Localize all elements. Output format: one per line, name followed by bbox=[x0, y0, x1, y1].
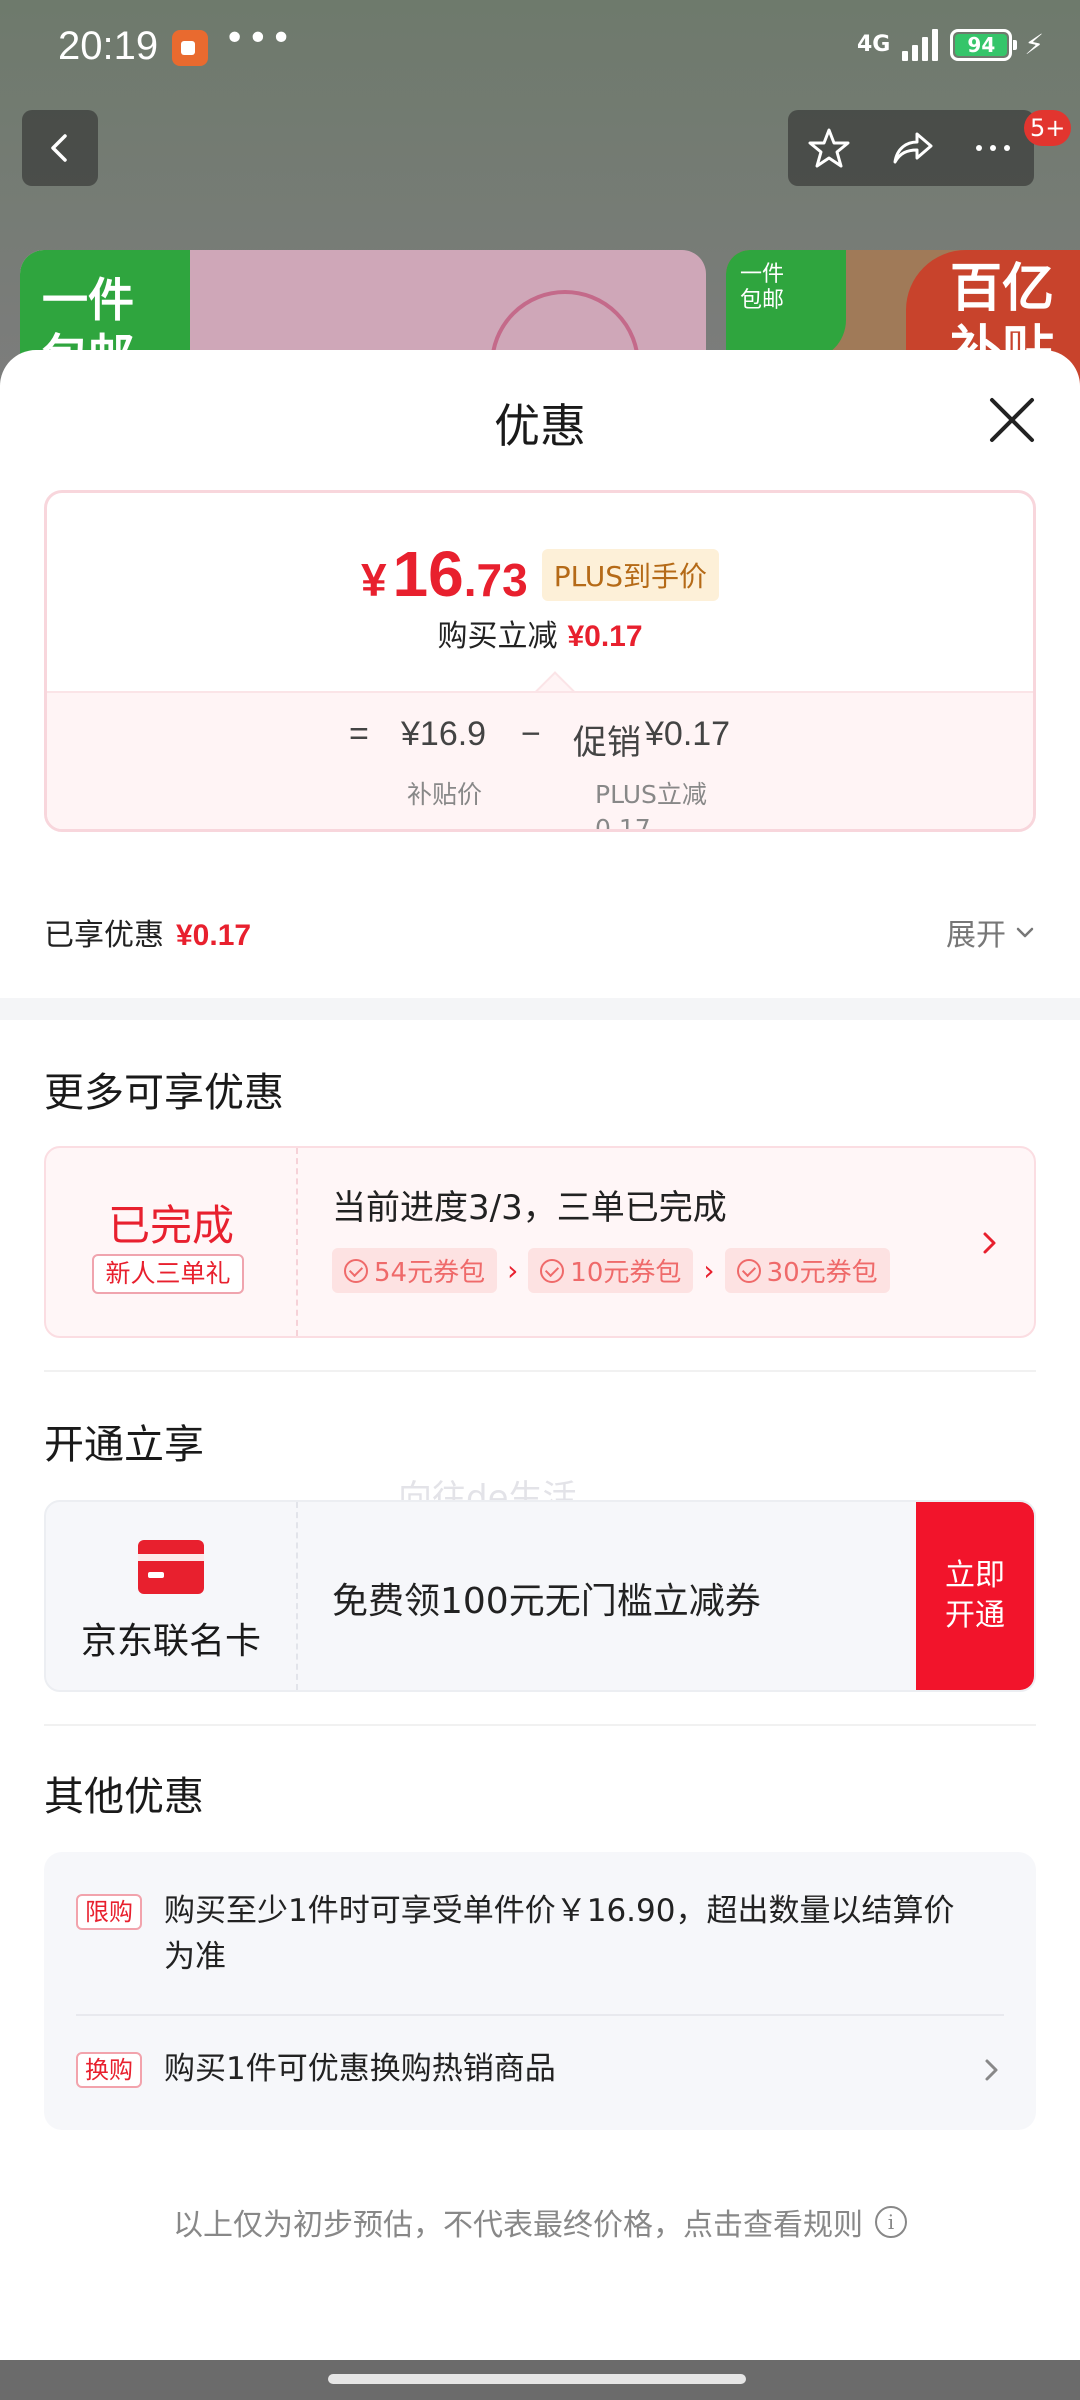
other-offers-list: 限购 购买至少1件时可享受单件价￥16.90，超出数量以结算价为准 换购 购买1… bbox=[44, 1852, 1036, 2130]
home-indicator[interactable] bbox=[328, 2374, 746, 2384]
coupon-label: 54元券包 bbox=[374, 1258, 486, 1288]
chevron-right-icon: › bbox=[507, 1254, 519, 1287]
plus-reduction-amount: 0.17 bbox=[595, 814, 651, 832]
divider bbox=[44, 1370, 1036, 1372]
charging-icon: ⚡ bbox=[1024, 28, 1044, 61]
status-time: 20:19 bbox=[58, 24, 159, 68]
final-price-line: ¥ 16 .73 PLUS到手价 bbox=[47, 537, 1033, 611]
chevron-down-icon bbox=[1016, 927, 1034, 938]
rules-note[interactable]: 以上仅为初步预估，不代表最终价格，点击查看规则 i bbox=[0, 2200, 1080, 2244]
app-notification-icon bbox=[172, 30, 208, 66]
price-breakdown: ¥ 16 .73 PLUS到手价 购买立减 ¥0.17 = ¥16.9 − 促销 … bbox=[44, 490, 1036, 832]
row-divider bbox=[76, 2014, 1004, 2016]
system-navigation-bar bbox=[0, 2360, 1080, 2400]
chevron-right-icon bbox=[983, 1232, 996, 1254]
card-info: 京东联名卡 bbox=[46, 1502, 298, 1690]
card-name: 京东联名卡 bbox=[80, 1621, 261, 1662]
more-offers-title: 更多可享优惠 bbox=[44, 1070, 284, 1116]
promo-completed-label: 已完成 bbox=[107, 1201, 234, 1250]
price-calculation: = ¥16.9 − 促销 ¥0.17 补贴价 PLUS立减 0.17 bbox=[47, 691, 1033, 832]
reduction-label: 购买立减 bbox=[437, 619, 558, 654]
co-branded-card-offer: 京东联名卡 免费领100元无门槛立减券 立即开通 bbox=[44, 1500, 1036, 1692]
plus-reduction-caption: PLUS立减 bbox=[595, 780, 707, 809]
battery-icon: 94 bbox=[950, 28, 1018, 61]
discount-sheet: 优惠 ¥ 16 .73 PLUS到手价 购买立减 ¥0.17 = ¥16.9 − bbox=[0, 350, 1080, 2360]
share-icon[interactable] bbox=[887, 124, 935, 172]
top-actions bbox=[788, 110, 1034, 186]
open-enjoy-title: 开通立享 bbox=[44, 1422, 204, 1468]
check-circle-icon bbox=[344, 1258, 368, 1283]
signal-icon bbox=[902, 28, 939, 61]
promo-progress-text: 当前进度3/3，三单已完成 bbox=[332, 1188, 727, 1228]
currency-symbol: ¥ bbox=[360, 554, 387, 606]
coupon-list: 54元券包 › 10元券包 › 30元券包 bbox=[332, 1248, 890, 1293]
status-bar: 20:19 ••• 4G 94 ⚡ bbox=[0, 0, 1080, 100]
open-now-button[interactable]: 立即开通 bbox=[916, 1502, 1034, 1690]
final-price-section: ¥ 16 .73 PLUS到手价 购买立减 ¥0.17 bbox=[47, 493, 1033, 691]
check-circle-icon bbox=[540, 1258, 565, 1283]
trade-in-row[interactable]: 换购 购买1件可优惠换购热销商品 bbox=[76, 2046, 1004, 2096]
final-price: ¥ 16 .73 bbox=[361, 537, 528, 611]
expand-button[interactable]: 展开 bbox=[946, 910, 1036, 954]
promo-tag: 新人三单礼 bbox=[92, 1254, 244, 1294]
battery-level: 94 bbox=[955, 33, 1008, 56]
chevron-right-icon: › bbox=[703, 1254, 715, 1287]
coupon-item: 30元券包 bbox=[724, 1248, 890, 1293]
rules-note-text: 以上仅为初步预估，不代表最终价格，点击查看规则 bbox=[173, 2208, 863, 2243]
coupon-label: 10元券包 bbox=[570, 1258, 682, 1288]
network-type: 4G bbox=[856, 31, 891, 57]
background-page: 20:19 ••• 4G 94 ⚡ 5+ 一件 包邮 一件 包邮 百亿 补贴 bbox=[0, 0, 1080, 410]
purchase-limit-text: 购买至少1件时可享受单件价￥16.90，超出数量以结算价为准 bbox=[164, 1893, 955, 1975]
divider bbox=[44, 1724, 1036, 1726]
free-shipping-small-badge: 一件 包邮 bbox=[726, 250, 846, 360]
favorite-star-icon[interactable] bbox=[805, 124, 853, 172]
enjoyed-discount: 已享优惠 ¥0.17 bbox=[44, 910, 251, 954]
promo-value: ¥0.17 bbox=[645, 715, 731, 753]
info-icon: i bbox=[875, 2206, 907, 2238]
back-button[interactable] bbox=[22, 110, 98, 186]
coupon-item: 10元券包 bbox=[528, 1248, 694, 1293]
purchase-limit-row: 限购 购买至少1件时可享受单件价￥16.90，超出数量以结算价为准 bbox=[76, 1888, 1004, 1988]
equals-sign: = bbox=[349, 715, 369, 753]
price-decimal: .73 bbox=[463, 554, 528, 606]
price-integer: 16 bbox=[392, 538, 464, 610]
plus-price-tag: PLUS到手价 bbox=[541, 549, 720, 601]
credit-card-icon bbox=[138, 1540, 204, 1594]
status-indicators: 4G 94 ⚡ bbox=[857, 28, 1044, 61]
back-arrow-icon bbox=[51, 134, 67, 162]
coupon-label: 30元券包 bbox=[766, 1258, 878, 1288]
sheet-title: 优惠 bbox=[494, 399, 586, 453]
card-offer-text: 免费领100元无门槛立减券 bbox=[332, 1581, 761, 1622]
minus-sign: − bbox=[521, 715, 541, 753]
promo-label: 促销 bbox=[573, 724, 641, 762]
reduction-value: ¥0.17 bbox=[567, 620, 643, 653]
new-user-promo-card[interactable]: 已完成 新人三单礼 当前进度3/3，三单已完成 54元券包 › 10元券包 › … bbox=[44, 1146, 1036, 1338]
purchase-limit-tag: 限购 bbox=[76, 1894, 142, 1930]
trade-in-text: 购买1件可优惠换购热销商品 bbox=[164, 2051, 556, 2087]
check-circle-icon bbox=[736, 1258, 761, 1283]
other-offers-title: 其他优惠 bbox=[44, 1774, 204, 1820]
more-icon[interactable] bbox=[969, 124, 1017, 172]
enjoyed-label: 已享优惠 bbox=[44, 918, 164, 953]
close-button[interactable] bbox=[984, 392, 1040, 448]
trade-in-tag: 换购 bbox=[76, 2052, 142, 2088]
base-price-caption: 补贴价 bbox=[407, 780, 483, 809]
close-icon bbox=[990, 398, 1034, 442]
instant-reduction: 购买立减 ¥0.17 bbox=[47, 611, 1033, 655]
promo-status: 已完成 新人三单礼 bbox=[46, 1148, 298, 1336]
message-badge: 5+ bbox=[1024, 110, 1072, 146]
enjoyed-value: ¥0.17 bbox=[176, 919, 252, 952]
more-notifications-icon: ••• bbox=[224, 18, 294, 59]
chevron-right-icon bbox=[985, 2059, 998, 2081]
base-price: ¥16.9 bbox=[401, 715, 487, 753]
section-separator bbox=[0, 998, 1080, 1020]
expand-label: 展开 bbox=[946, 918, 1006, 953]
coupon-item: 54元券包 bbox=[332, 1248, 498, 1293]
